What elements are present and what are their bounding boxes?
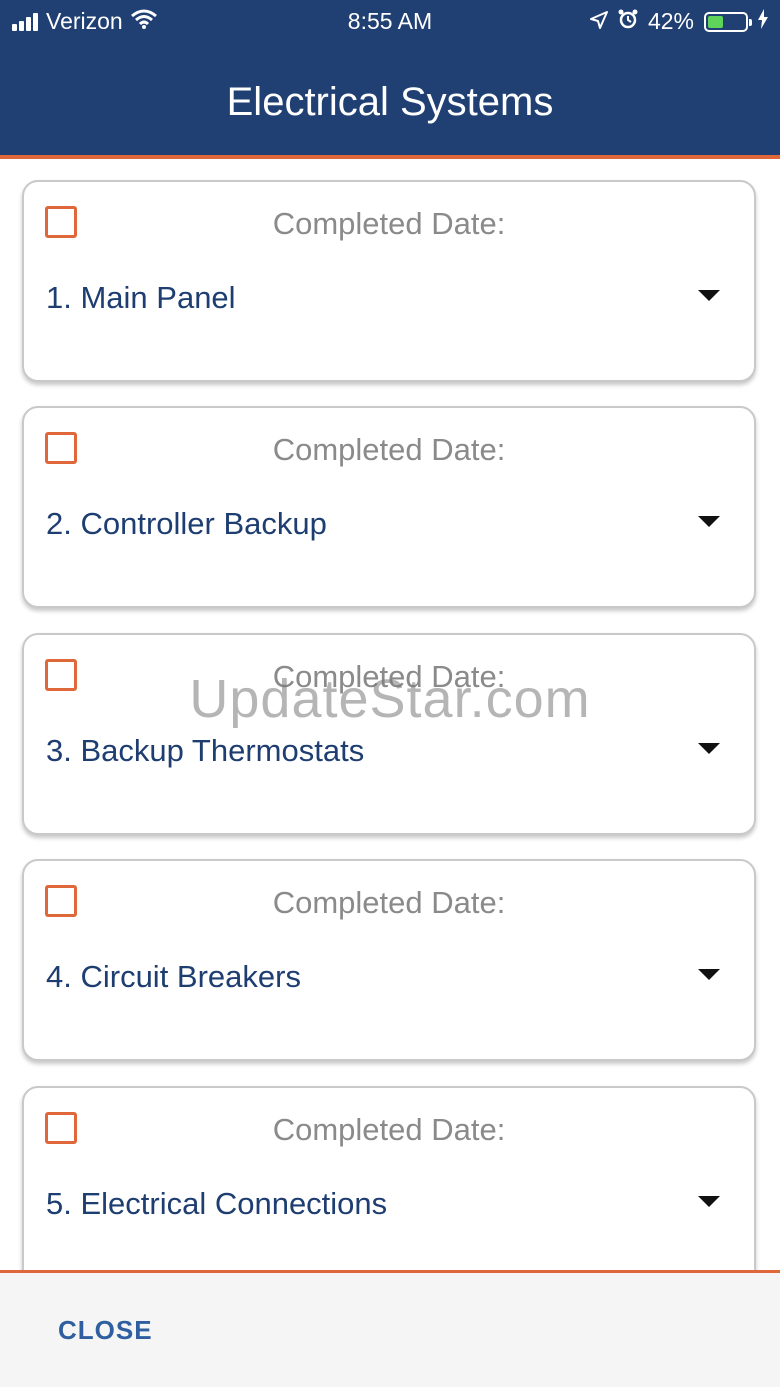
battery-percent: 42% bbox=[647, 8, 694, 34]
completed-date-label: Completed Date: bbox=[272, 206, 506, 241]
dropdown-arrow-icon[interactable] bbox=[698, 290, 720, 301]
item-title[interactable]: 1. Main Panel bbox=[46, 278, 236, 318]
item-title[interactable]: 4. Circuit Breakers bbox=[46, 957, 301, 997]
alarm-icon bbox=[618, 8, 638, 35]
completed-date-label: Completed Date: bbox=[272, 1112, 506, 1147]
item-title[interactable]: 3. Backup Thermostats bbox=[46, 731, 364, 771]
completed-date-label: Completed Date: bbox=[272, 885, 506, 920]
completed-date-label: Completed Date: bbox=[272, 659, 506, 694]
item-title[interactable]: 5. Electrical Connections bbox=[46, 1184, 387, 1224]
charging-icon bbox=[758, 8, 768, 35]
checklist-item[interactable]: Completed Date: 2. Controller Backup bbox=[22, 406, 756, 608]
checklist-item[interactable]: Completed Date: 1. Main Panel bbox=[22, 180, 756, 382]
status-bar: Verizon 8:55 AM 42% bbox=[0, 0, 780, 44]
footer-bar: CLOSE bbox=[0, 1270, 780, 1387]
checklist-item[interactable]: Completed Date: 5. Electrical Connection… bbox=[22, 1086, 756, 1288]
app-header: Verizon 8:55 AM 42% Electrical Systems bbox=[0, 0, 780, 159]
dropdown-arrow-icon[interactable] bbox=[698, 969, 720, 980]
dropdown-arrow-icon[interactable] bbox=[698, 1196, 720, 1207]
dropdown-arrow-icon[interactable] bbox=[698, 743, 720, 754]
item-title[interactable]: 2. Controller Backup bbox=[46, 504, 327, 544]
checklist-item[interactable]: Completed Date: 4. Circuit Breakers bbox=[22, 859, 756, 1061]
checklist-item[interactable]: Completed Date: 3. Backup Thermostats bbox=[22, 633, 756, 835]
completed-date-label: Completed Date: bbox=[272, 432, 506, 467]
close-button[interactable]: CLOSE bbox=[58, 1315, 153, 1346]
dropdown-arrow-icon[interactable] bbox=[698, 516, 720, 527]
page-title: Electrical Systems bbox=[226, 80, 554, 124]
battery-icon bbox=[704, 11, 752, 32]
location-icon bbox=[589, 8, 608, 35]
battery-level-fill bbox=[708, 15, 723, 28]
